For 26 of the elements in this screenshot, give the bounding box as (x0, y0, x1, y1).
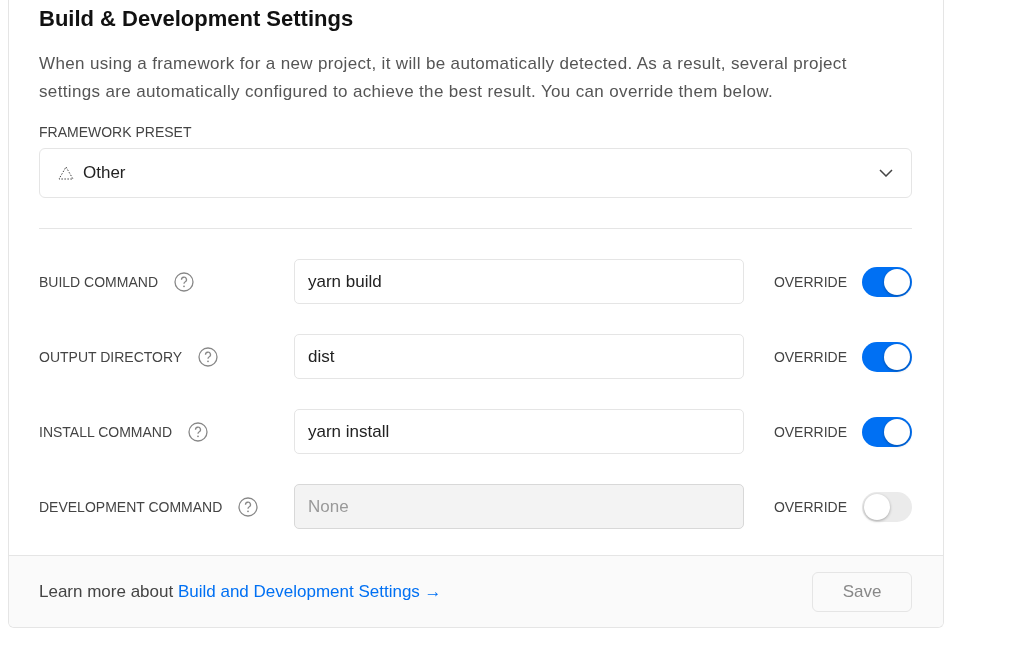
section-description: When using a framework for a new project, it will be automatically detected. As a result, several project settings are automatically configured to achieve the best result. You can override them below. (39, 53, 848, 103)
section-title: Build & Development Settings (39, 5, 355, 33)
setting-label: INSTALL COMMAND (39, 423, 172, 440)
framework-select[interactable]: Other (39, 148, 912, 198)
command-input[interactable]: dist (294, 334, 744, 379)
command-input[interactable]: yarn build (294, 259, 744, 304)
setting-label: BUILD COMMAND (39, 273, 158, 290)
help-icon[interactable] (188, 421, 208, 442)
help-icon[interactable] (198, 346, 219, 367)
override-label: OVERRIDE (773, 423, 847, 440)
chevron-down-icon (879, 169, 893, 177)
override-switch[interactable] (862, 416, 912, 447)
override-label: OVERRIDE (773, 348, 847, 365)
override-switch[interactable] (862, 341, 912, 372)
docs-link[interactable]: Build and Development Settings → (177, 581, 442, 601)
override-label: OVERRIDE (773, 498, 847, 515)
command-input[interactable]: yarn install (294, 409, 744, 454)
setting-label: OUTPUT DIRECTORY (39, 348, 183, 365)
help-icon[interactable] (174, 271, 194, 292)
triangle-icon (58, 166, 74, 180)
help-icon[interactable] (238, 496, 259, 517)
override-label: OVERRIDE (773, 273, 847, 290)
field-label: FRAMEWORK PRESET (39, 124, 193, 140)
learn-more-text: Learn more about Build and Development Settings → (39, 581, 442, 602)
override-switch[interactable] (862, 266, 912, 297)
setting-label: DEVELOPMENT COMMAND (39, 498, 223, 515)
